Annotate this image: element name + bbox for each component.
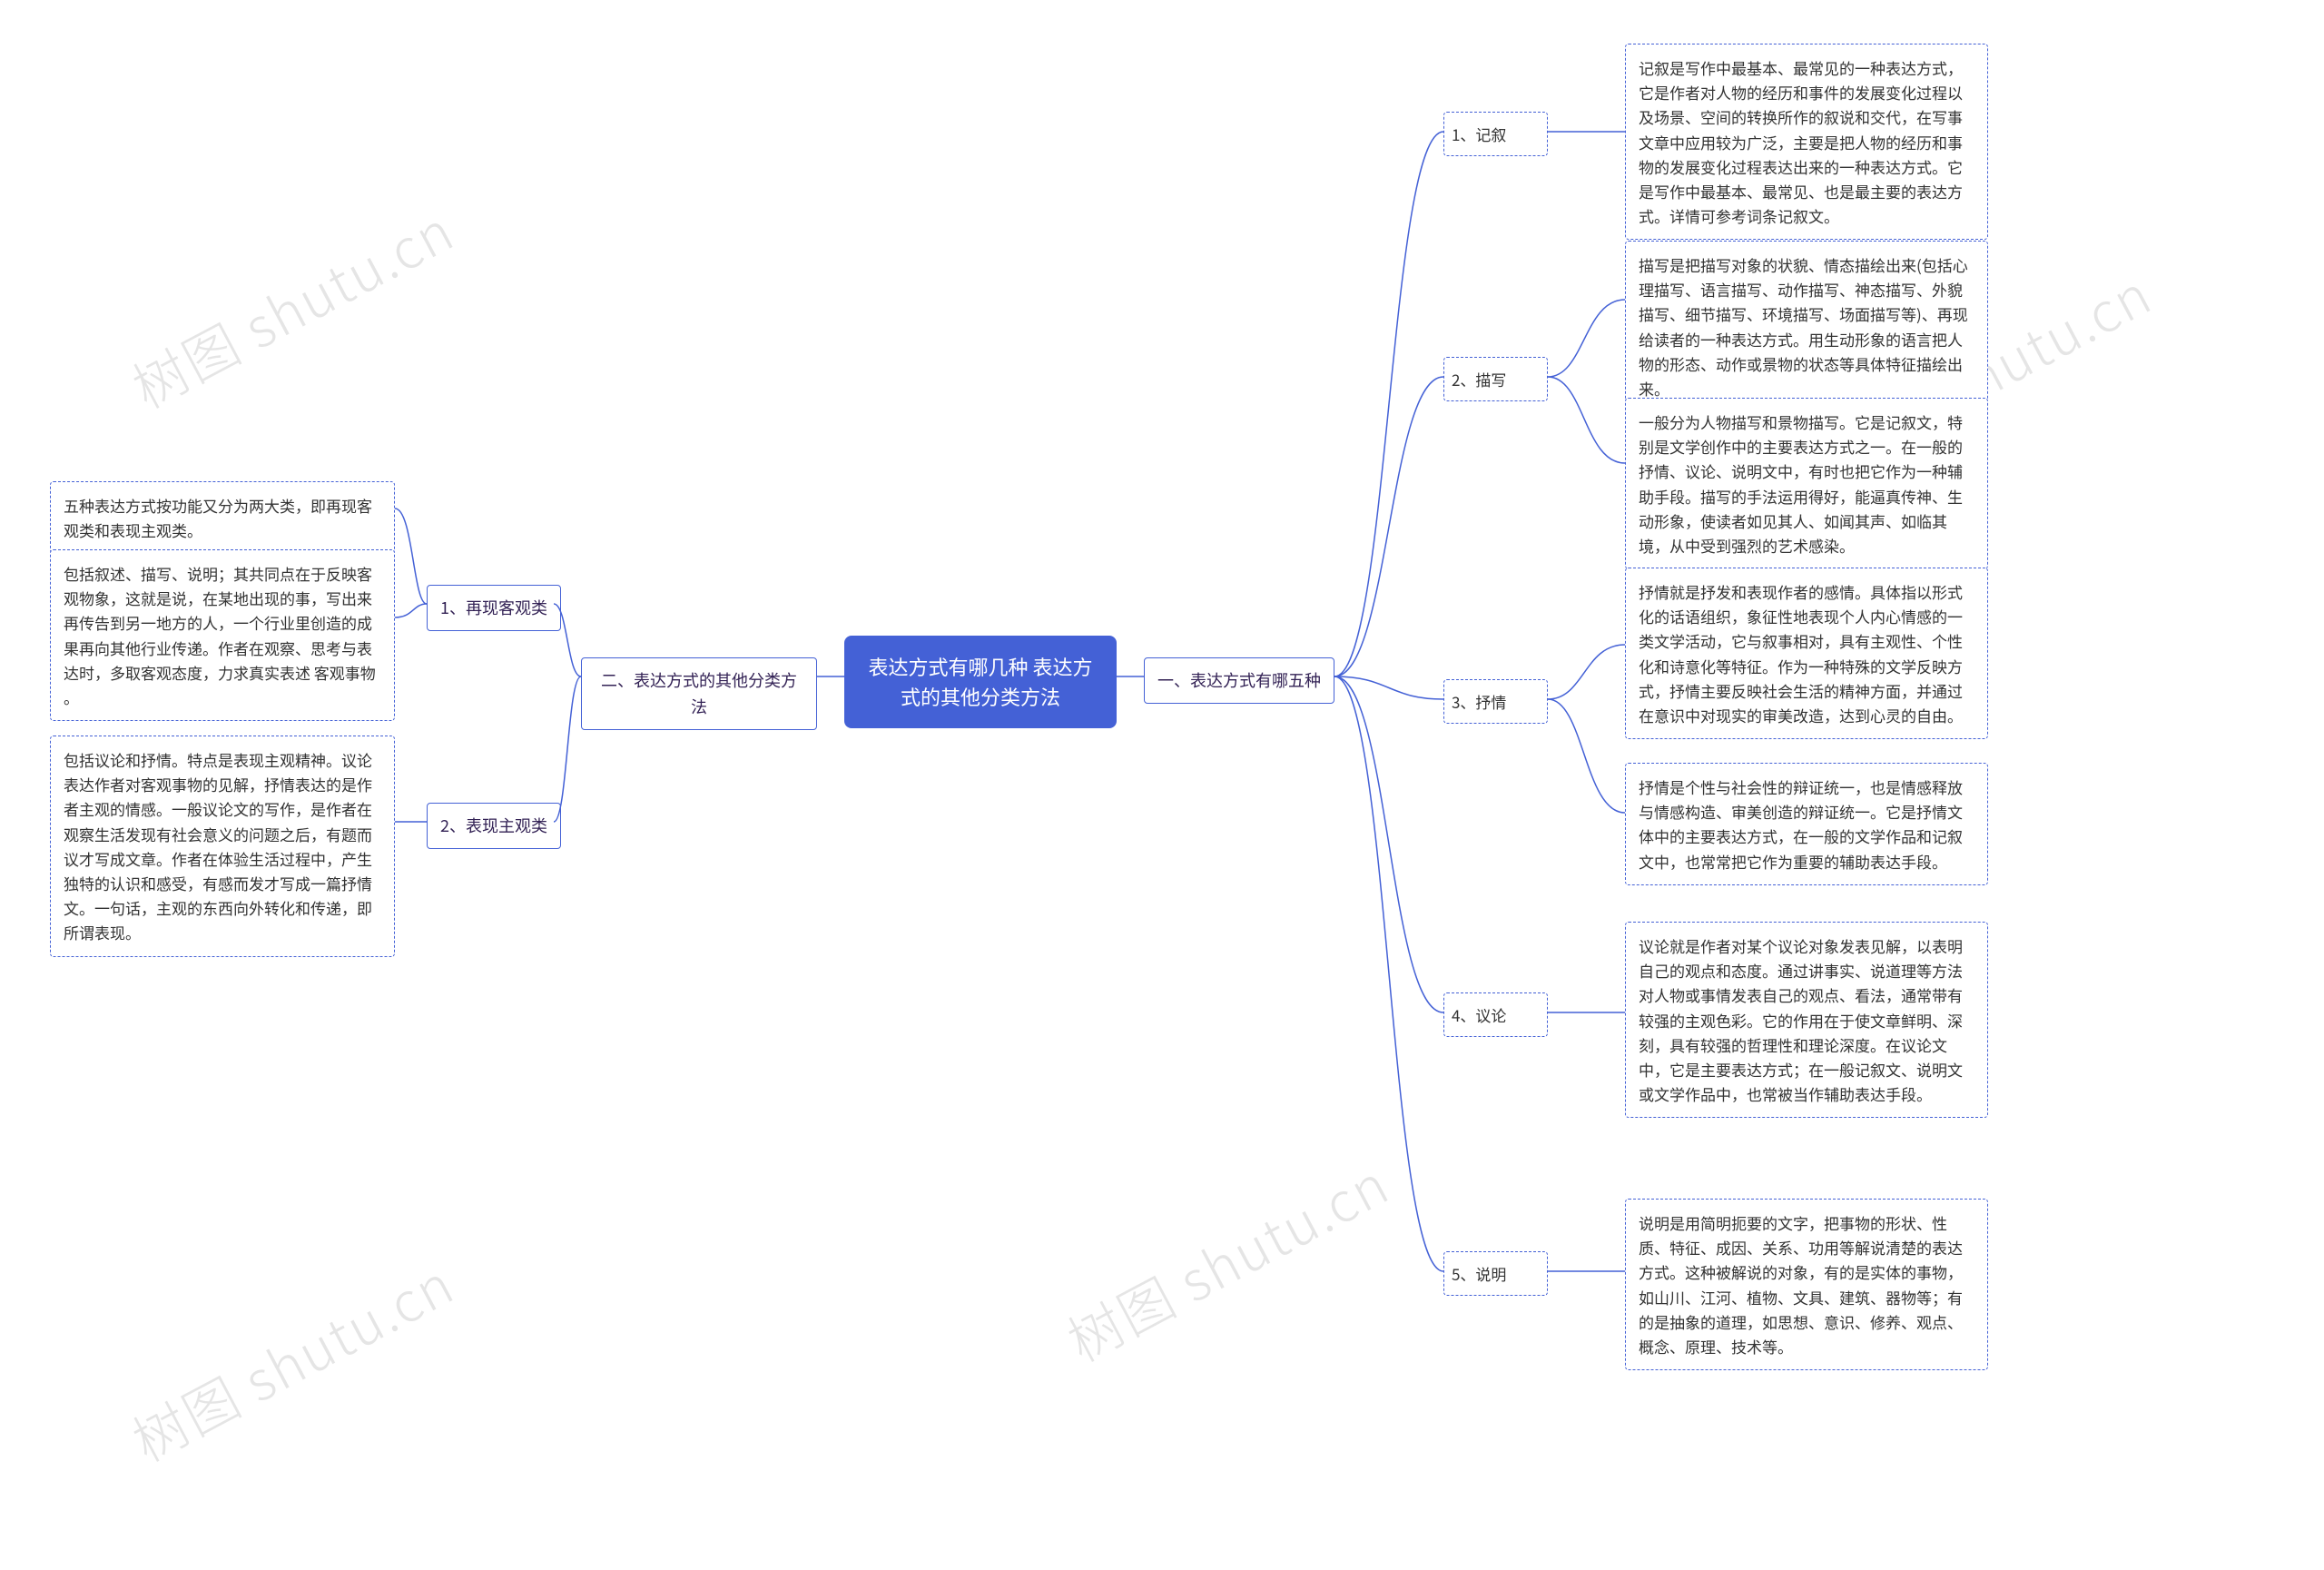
right-detail-3b-text: 抒情是个性与社会性的辩证统一，也是情感释放与情感构造、审美创造的辩证统一。它是抒… <box>1639 775 1963 873</box>
right-detail-4a: 议论就是作者对某个议论对象发表见解，以表明自己的观点和态度。通过讲事实、说道理等… <box>1625 922 1988 1118</box>
right-detail-1a: 记叙是写作中最基本、最常见的一种表达方式，它是作者对人物的经历和事件的发展变化过… <box>1625 44 1988 240</box>
root-line2: 式的其他分类方法 <box>901 682 1060 711</box>
right-detail-2a-text: 描写是把描写对象的状貌、情态描绘出来(包括心理描写、语言描写、动作描写、神态描写… <box>1639 253 1968 400</box>
right-detail-2b-text: 一般分为人物描写和景物描写。它是记叙文，特别是文学创作中的主要表达方式之一。在一… <box>1639 410 1963 557</box>
left-item-2-label: 2、表现主观类 <box>440 814 547 837</box>
right-item-5[interactable]: 5、说明 <box>1443 1251 1548 1296</box>
right-detail-3a-text: 抒情就是抒发和表现作者的感情。具体指以形式化的话语组织，象征性地表现个人内心情感… <box>1639 580 1963 726</box>
left-main-label: 二、表达方式的其他分类方法 <box>601 668 797 718</box>
right-item-4[interactable]: 4、议论 <box>1443 992 1548 1037</box>
right-item-1[interactable]: 1、记叙 <box>1443 112 1548 156</box>
right-main[interactable]: 一、表达方式有哪五种 <box>1144 657 1334 704</box>
watermark: 树图 shutu.cn <box>117 1241 466 1477</box>
right-detail-3a: 抒情就是抒发和表现作者的感情。具体指以形式化的话语组织，象征性地表现个人内心情感… <box>1625 568 1988 739</box>
right-detail-4a-text: 议论就是作者对某个议论对象发表见解，以表明自己的观点和态度。通过讲事实、说道理等… <box>1639 934 1963 1105</box>
right-item-4-label: 4、议论 <box>1452 1003 1506 1026</box>
root-line1: 表达方式有哪几种 表达方 <box>869 652 1093 681</box>
left-detail-2: 包括议论和抒情。特点是表现主观精神。议论表达作者对客观事物的见解，抒情表达的是作… <box>50 736 395 957</box>
right-main-label: 一、表达方式有哪五种 <box>1157 668 1321 692</box>
left-item-2[interactable]: 2、表现主观类 <box>427 803 561 849</box>
right-item-5-label: 5、说明 <box>1452 1262 1506 1285</box>
left-main[interactable]: 二、表达方式的其他分类方法 <box>581 657 817 730</box>
right-detail-2b: 一般分为人物描写和景物描写。它是记叙文，特别是文学创作中的主要表达方式之一。在一… <box>1625 398 1988 569</box>
right-detail-3b: 抒情是个性与社会性的辩证统一，也是情感释放与情感构造、审美创造的辩证统一。它是抒… <box>1625 763 1988 885</box>
left-detail-1: 包括叙述、描写、说明；其共同点在于反映客观物象，这就是说，在某地出现的事，写出来… <box>50 549 395 721</box>
right-item-1-label: 1、记叙 <box>1452 123 1506 145</box>
root-node[interactable]: 表达方式有哪几种 表达方 式的其他分类方法 <box>844 636 1117 728</box>
left-item-1[interactable]: 1、再现客观类 <box>427 585 561 631</box>
right-detail-1a-text: 记叙是写作中最基本、最常见的一种表达方式，它是作者对人物的经历和事件的发展变化过… <box>1639 56 1963 227</box>
right-detail-5a: 说明是用简明扼要的文字，把事物的形状、性质、特征、成因、关系、功用等解说清楚的表… <box>1625 1199 1988 1370</box>
right-item-3[interactable]: 3、抒情 <box>1443 679 1548 724</box>
right-item-2-label: 2、描写 <box>1452 368 1506 390</box>
right-item-3-label: 3、抒情 <box>1452 690 1506 713</box>
left-detail-1-text: 包括叙述、描写、说明；其共同点在于反映客观物象，这就是说，在某地出现的事，写出来… <box>64 562 376 708</box>
right-item-2[interactable]: 2、描写 <box>1443 357 1548 401</box>
left-summary: 五种表达方式按功能又分为两大类，即再现客观类和表现主观类。 <box>50 481 395 554</box>
left-detail-2-text: 包括议论和抒情。特点是表现主观精神。议论表达作者对客观事物的见解，抒情表达的是作… <box>64 748 372 943</box>
watermark: 树图 shutu.cn <box>1052 1141 1401 1377</box>
watermark: 树图 shutu.cn <box>117 188 466 424</box>
right-detail-2a: 描写是把描写对象的状貌、情态描绘出来(包括心理描写、语言描写、动作描写、神态描写… <box>1625 241 1988 412</box>
left-item-1-label: 1、再现客观类 <box>440 596 547 619</box>
left-summary-text: 五种表达方式按功能又分为两大类，即再现客观类和表现主观类。 <box>64 494 372 541</box>
right-detail-5a-text: 说明是用简明扼要的文字，把事物的形状、性质、特征、成因、关系、功用等解说清楚的表… <box>1639 1211 1963 1358</box>
